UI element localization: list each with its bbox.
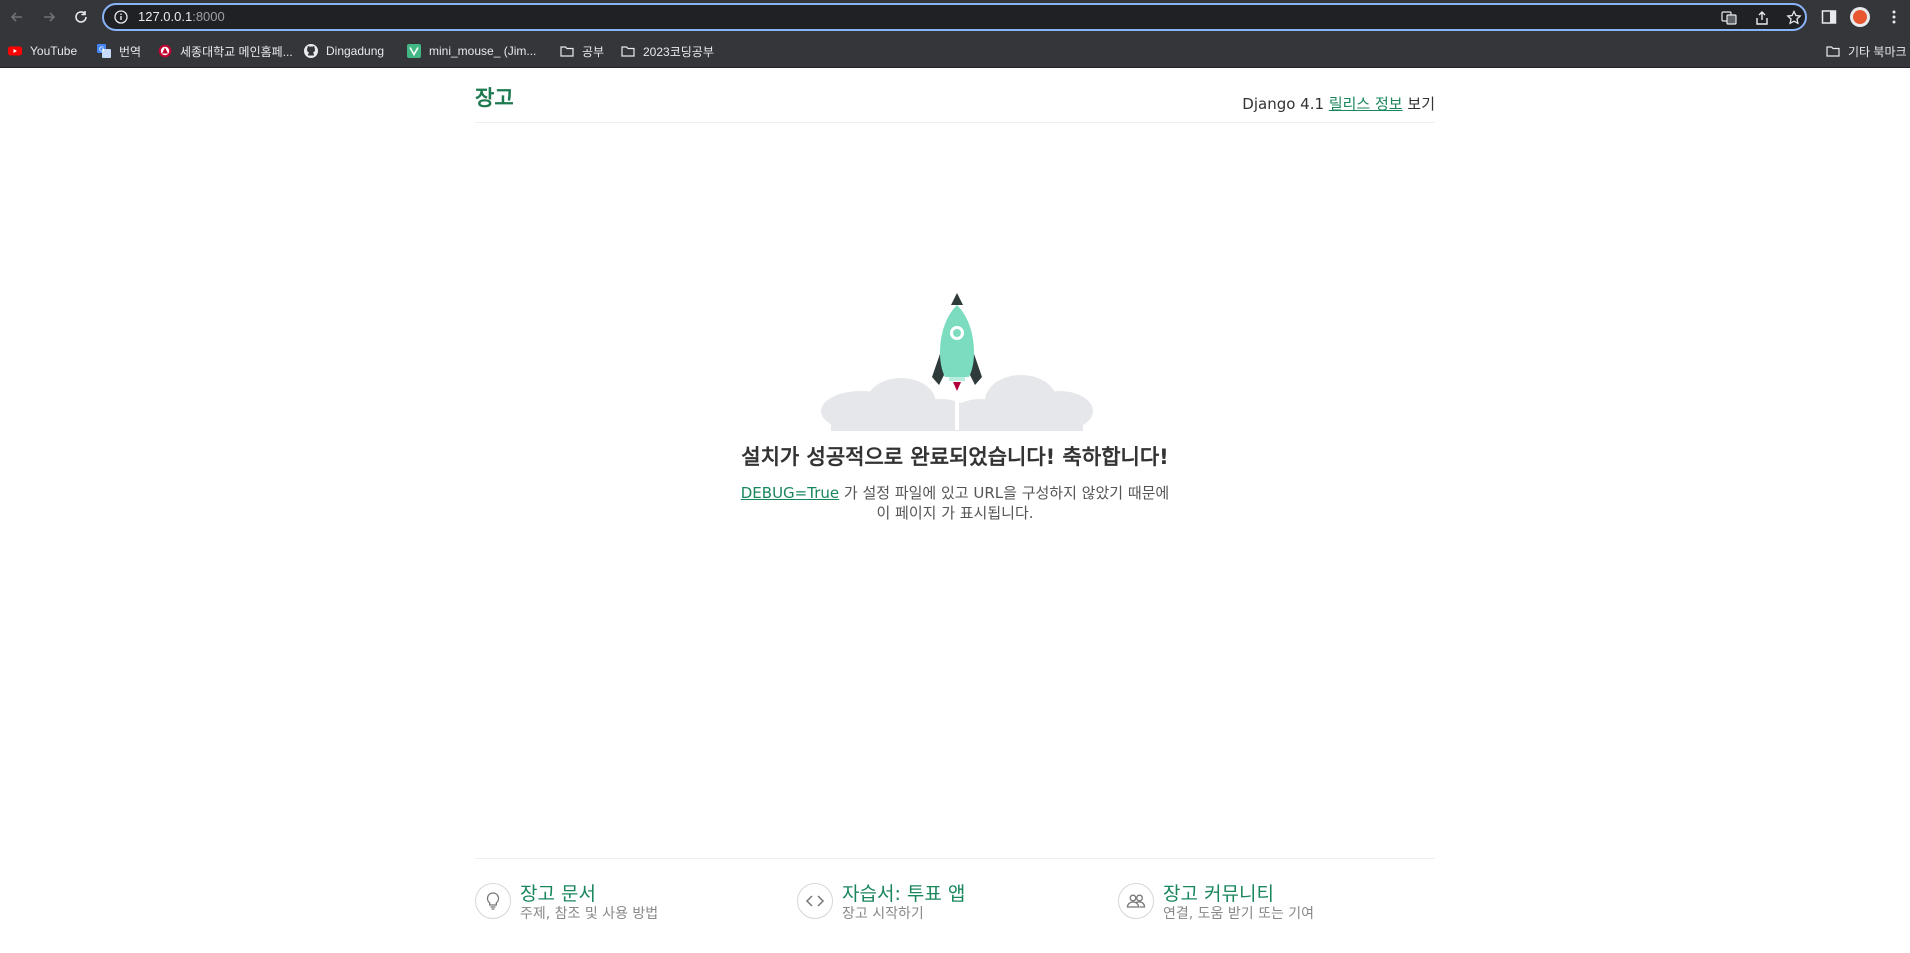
profile-avatar[interactable]	[1850, 7, 1870, 27]
url-text[interactable]: 127.0.0.1:8000	[138, 9, 225, 24]
page-footer: 장고 문서 주제, 참조 및 사용 방법 자습서: 투표 앱 장고 시작하기 장…	[475, 858, 1435, 953]
code-icon	[805, 895, 825, 907]
community-desc: 연결, 도움 받기 또는 기여	[1163, 906, 1315, 922]
docs-link[interactable]: 장고 문서 주제, 참조 및 사용 방법	[475, 883, 775, 933]
bookmark-star-icon[interactable]	[1786, 10, 1802, 26]
bookmark-sejong[interactable]: 세종대학교 메인홈페...	[158, 42, 293, 60]
url-host: 127.0.0.1	[138, 9, 193, 24]
site-info-icon[interactable]	[114, 10, 128, 24]
back-arrow-icon	[10, 12, 22, 22]
install-success-headline: 설치가 성공적으로 완료되었습니다! 축하합니다!	[741, 445, 1169, 469]
folder-icon	[1826, 46, 1840, 57]
debug-line1-text: 가 설정 파일에 있고 URL을 구성하지 않았기 때문에	[843, 484, 1170, 502]
share-icon[interactable]	[1754, 10, 1770, 26]
bookmarks-bar: YouTube G 번역 세종대학교 메인홈페... Dingadung min…	[0, 34, 1910, 68]
release-version: Django 4.1	[1242, 95, 1325, 113]
browser-toolbar: 127.0.0.1:8000	[0, 0, 1910, 34]
django-logo[interactable]: 장고	[475, 82, 514, 112]
rocket-flame	[953, 382, 961, 391]
smoke-trail	[955, 385, 959, 430]
release-notes-link[interactable]: 릴리스 정보	[1329, 95, 1403, 113]
bookmark-label: 세종대학교 메인홈페...	[180, 44, 293, 59]
release-suffix: 보기	[1407, 95, 1435, 113]
reload-icon	[75, 11, 87, 23]
tutorial-desc: 장고 시작하기	[842, 906, 924, 922]
django-welcome-page: 장고 Django 4.1 릴리스 정보 보기 설치가 성공적으로 완료되었습니…	[0, 68, 1910, 953]
debug-true-link[interactable]: DEBUG=True	[741, 484, 839, 502]
rocket-illustration	[821, 293, 1093, 431]
docs-title: 장고 문서	[520, 883, 596, 905]
community-title: 장고 커뮤니티	[1163, 883, 1274, 905]
debug-explanation: DEBUG=True 가 설정 파일에 있고 URL을 구성하지 않았기 때문에…	[475, 483, 1435, 523]
forward-arrow-icon	[44, 12, 56, 22]
bookmark-label: 공부	[582, 44, 605, 59]
bookmark-label: YouTube	[30, 44, 78, 58]
release-notes-text: Django 4.1 릴리스 정보 보기	[1242, 93, 1435, 114]
youtube-icon	[8, 46, 22, 56]
page-header: 장고 Django 4.1 릴리스 정보 보기	[475, 68, 1435, 123]
bookmark-label: 2023코딩공부	[643, 44, 714, 59]
svg-text:G: G	[99, 46, 104, 54]
back-button[interactable]	[5, 5, 29, 29]
community-icon-wrap	[1118, 883, 1154, 919]
vue-icon	[407, 44, 421, 58]
side-panel-icon[interactable]	[1821, 9, 1837, 25]
docs-desc: 주제, 참조 및 사용 방법	[520, 906, 659, 922]
lightbulb-icon-wrap	[475, 883, 511, 919]
bookmark-label: mini_mouse_ (Jim...	[429, 44, 537, 58]
bookmark-folder-study[interactable]: 공부	[560, 42, 604, 60]
code-icon-wrap	[797, 883, 833, 919]
rocket-nose	[951, 293, 963, 305]
debug-line2-text: 이 페이지 가 표시됩니다.	[876, 504, 1034, 522]
bookmark-label: Dingadung	[326, 44, 385, 58]
address-bar[interactable]: 127.0.0.1:8000	[102, 3, 1807, 31]
bookmark-youtube[interactable]: YouTube	[8, 42, 77, 60]
folder-icon	[621, 46, 635, 57]
community-link[interactable]: 장고 커뮤니티 연결, 도움 받기 또는 기여	[1118, 883, 1418, 933]
tutorial-title: 자습서: 투표 앱	[842, 883, 966, 905]
lightbulb-icon	[486, 892, 500, 910]
folder-icon	[560, 46, 574, 57]
github-icon	[304, 44, 318, 58]
tutorial-link[interactable]: 자습서: 투표 앱 장고 시작하기	[797, 883, 1097, 933]
bookmark-label: 번역	[119, 44, 142, 59]
rocket-body	[940, 305, 974, 377]
reload-button[interactable]	[69, 5, 93, 29]
other-bookmarks[interactable]: 기타 북마크	[1826, 42, 1907, 60]
forward-button[interactable]	[37, 5, 61, 29]
translate-icon: G	[97, 44, 111, 58]
bookmark-mini-mouse[interactable]: mini_mouse_ (Jim...	[407, 42, 536, 60]
other-bookmarks-label: 기타 북마크	[1848, 44, 1907, 59]
university-icon	[158, 44, 172, 58]
url-port: :8000	[192, 9, 225, 24]
community-icon	[1126, 894, 1146, 908]
bookmark-folder-2023[interactable]: 2023코딩공부	[621, 42, 714, 60]
bookmark-github[interactable]: Dingadung	[304, 42, 384, 60]
more-menu-icon[interactable]	[1886, 9, 1902, 25]
translate-page-icon[interactable]	[1721, 10, 1737, 26]
bookmark-translate[interactable]: G 번역	[97, 42, 141, 60]
